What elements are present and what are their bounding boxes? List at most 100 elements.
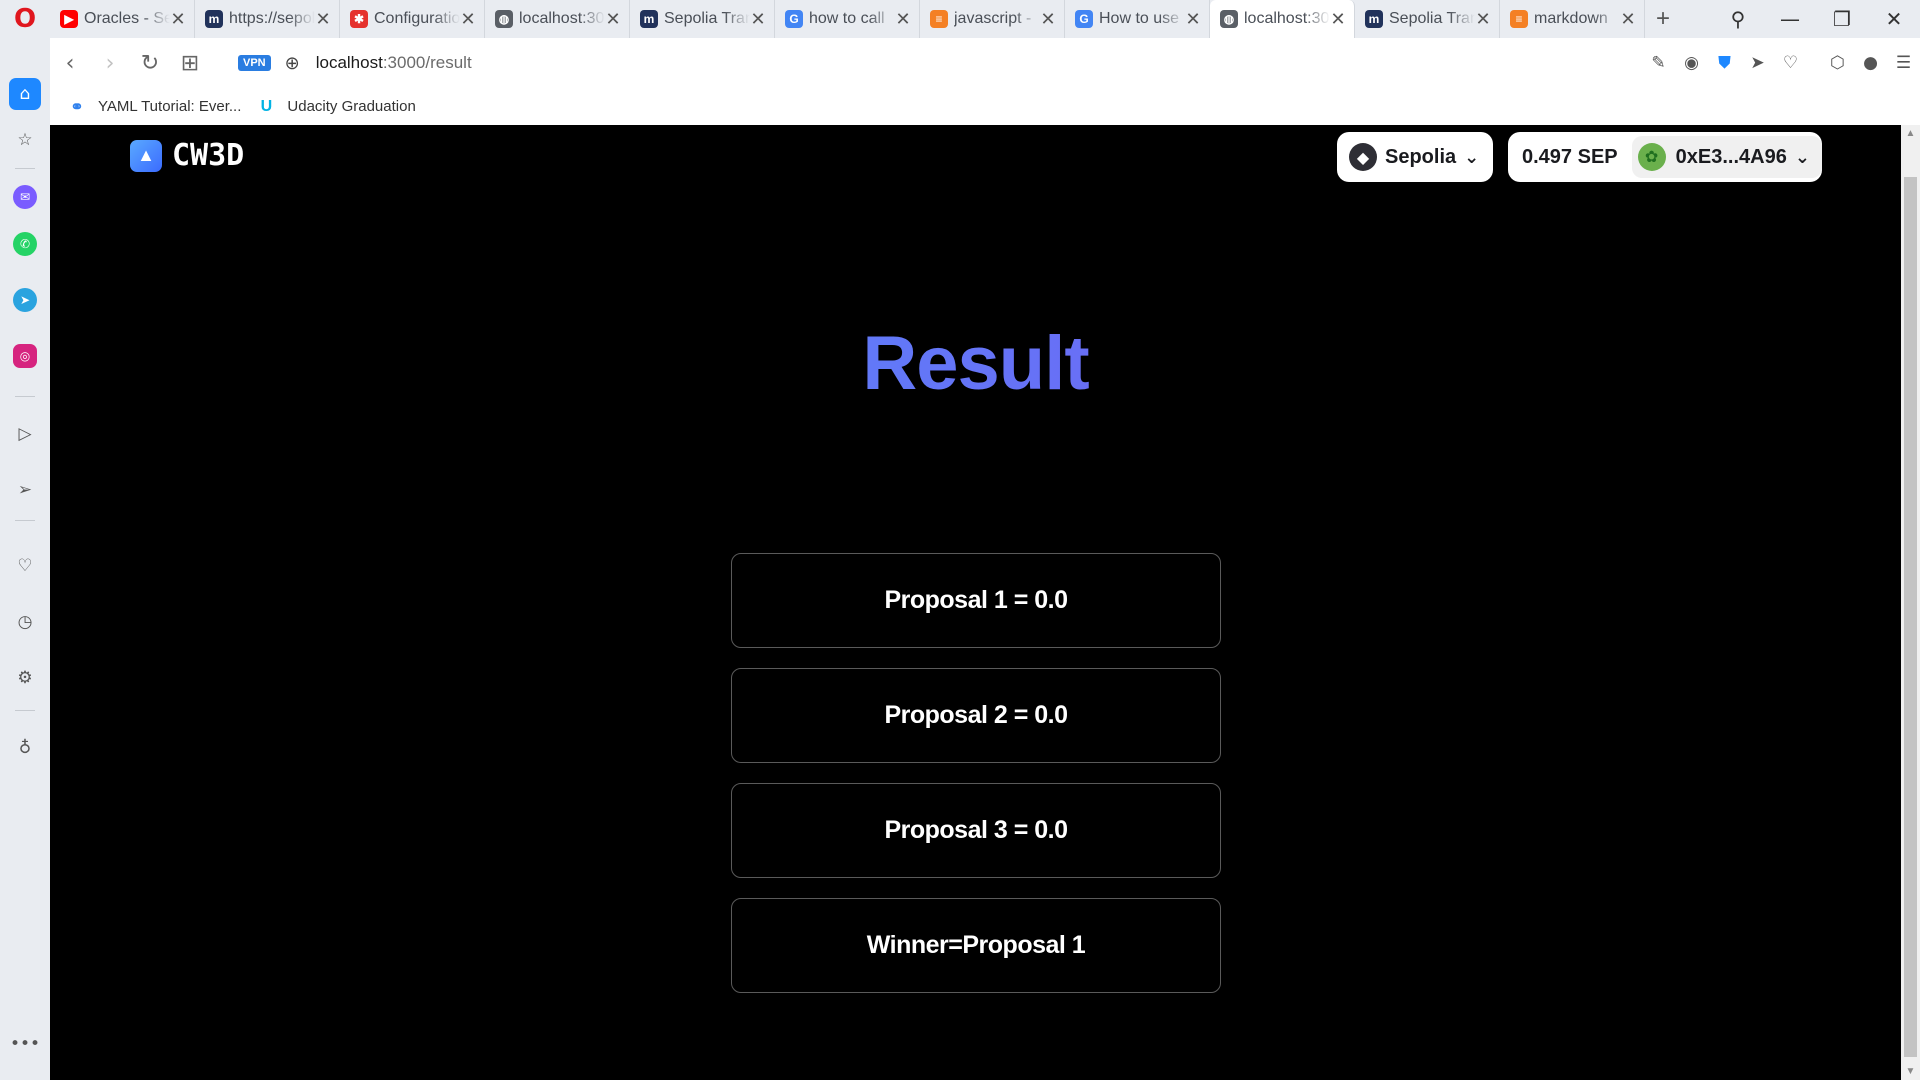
url-field[interactable]: localhost:3000/result [316,53,472,73]
sidebar-divider [15,396,35,397]
account-avatar-icon: ✿ [1637,143,1666,171]
profile-avatar-icon[interactable]: ● [1854,53,1887,73]
forward-arrow-icon[interactable]: › [90,51,130,76]
tab-close-icon[interactable]: ✕ [750,9,766,30]
tab-close-icon[interactable]: ✕ [1330,9,1346,30]
scroll-down-arrow-icon[interactable]: ▼ [1901,1063,1920,1080]
wallet-account-button[interactable]: 0.497 SEP ✿ 0xE3...4A96 ⌄ [1508,132,1822,182]
tab-favicon-icon: m [1365,10,1383,28]
tab-favicon-icon: m [205,10,223,28]
tab-title: javascript - [954,10,1032,27]
sidebar-divider [15,710,35,711]
new-tab-button[interactable]: + [1645,5,1681,33]
close-window-button[interactable]: ✕ [1868,7,1920,31]
url-host: localhost [315,53,383,72]
browser-tab[interactable]: Ghow to call ✕ [775,0,920,38]
history-icon[interactable]: ◷ [9,606,41,638]
extensions-cube-icon[interactable]: ⬡ [1821,53,1854,73]
chevron-down-icon: ⌄ [1794,146,1810,168]
scrollbar-thumb[interactable] [1904,177,1917,1057]
network-selector-button[interactable]: ◆ Sepolia ⌄ [1337,132,1493,182]
opera-menu-icon[interactable]: O [0,0,50,38]
search-tabs-icon[interactable]: ⚲ [1712,7,1764,31]
tab-title: Configuration [374,10,460,27]
tab-close-icon[interactable]: ✕ [1475,9,1491,30]
tab-title: Sepolia Transaction [1389,10,1475,27]
tab-close-icon[interactable]: ✕ [895,9,911,30]
chevron-down-icon: ⌄ [1464,146,1480,168]
bookmarks-bar: ⚭ YAML Tutorial: Ever... U Udacity Gradu… [50,88,1920,125]
edit-icon[interactable]: ✎ [1642,53,1675,73]
window-controls: ⚲ — ❐ ✕ [1712,0,1920,38]
more-options-icon[interactable]: ••• [9,1028,41,1060]
messenger-icon[interactable]: ✉ [13,185,37,209]
snapshot-camera-icon[interactable]: ◉ [1675,53,1708,73]
tab-close-icon[interactable]: ✕ [315,9,331,30]
wallet-balance: 0.497 SEP [1522,145,1618,168]
instagram-icon[interactable]: ◎ [13,344,37,368]
bookmark-udacity-graduation[interactable]: U Udacity Graduation [255,96,416,118]
browser-tab[interactable]: ◍ localhost:3000✕ [1210,0,1355,38]
browser-tab[interactable]: ◍ localhost:3000✕ [485,0,630,38]
winner-text: Winner=Proposal 1 [866,931,1086,959]
tab-close-icon[interactable]: ✕ [1620,9,1636,30]
tab-close-icon[interactable]: ✕ [460,9,476,30]
sidebar-divider [15,168,35,169]
bookmark-yaml-tutorial[interactable]: ⚭ YAML Tutorial: Ever... [66,96,241,118]
vpn-badge[interactable]: VPN [238,55,271,71]
scroll-up-arrow-icon[interactable]: ▲ [1901,125,1920,142]
page-title: Result [50,320,1901,407]
bookmark-label: YAML Tutorial: Ever... [98,98,242,115]
bookmark-label: Udacity Graduation [287,98,416,115]
reload-icon[interactable]: ↻ [130,51,170,76]
tab-title: localhost:3000 [1244,10,1330,27]
browser-tab[interactable]: m Sepolia Transaction✕ [1355,0,1500,38]
tab-favicon-icon: G [785,10,803,28]
brand-logo-link[interactable]: ▲ CW3D [130,138,244,173]
restore-button[interactable]: ❐ [1816,7,1868,31]
bookmarks-heart-icon[interactable]: ♡ [9,550,41,582]
browser-tab[interactable]: m https://sepolia✕ [195,0,340,38]
easy-setup-icon[interactable]: ☰ [1887,53,1920,73]
browser-tab[interactable]: G How to use ✕ [1065,0,1210,38]
browser-tab[interactable]: ✱ Configuration ✕ [340,0,485,38]
whatsapp-icon[interactable]: ✆ [13,232,37,256]
proposal-1-result-card: Proposal 1 = 0.0 [731,553,1221,648]
tab-close-icon[interactable]: ✕ [605,9,621,30]
minimize-button[interactable]: — [1764,7,1816,31]
tab-close-icon[interactable]: ✕ [170,9,186,30]
flow-icon[interactable]: ➢ [9,474,41,506]
browser-tab[interactable]: ≡ markdown ✕ [1500,0,1645,38]
network-label: Sepolia [1385,145,1457,168]
tips-lightbulb-icon[interactable]: ♁ [9,732,41,764]
settings-gear-icon[interactable]: ⚙ [9,662,41,694]
site-info-icon[interactable]: ⊕ [285,53,300,74]
tab-title: how to call [809,10,885,27]
account-chip: ✿ 0xE3...4A96 ⌄ [1631,136,1822,178]
thirdweb-logo-icon: ▲ [130,139,162,172]
tab-title: Oracles - Sepolia [84,10,170,27]
yaml-icon: ⚭ [70,98,84,116]
address-bar-actions: ✎ ◉ ⛊ ➤ ♡ ⬡ ● ☰ [1642,38,1920,88]
udacity-icon: U [260,97,273,115]
tab-close-icon[interactable]: ✕ [1185,9,1201,30]
heart-icon[interactable]: ♡ [1774,53,1807,73]
tab-close-icon[interactable]: ✕ [1040,9,1056,30]
telegram-icon[interactable]: ➤ [13,288,37,312]
adblock-shield-icon[interactable]: ⛊ [1708,53,1741,73]
result-text: Proposal 2 = 0.0 [884,701,1068,729]
tab-overview-icon[interactable]: ⊞ [170,51,210,76]
extensions-icon[interactable]: ☆ [9,124,41,156]
send-icon[interactable]: ➤ [1741,53,1774,73]
browser-tab[interactable]: ▶ Oracles - Sepolia✕ [50,0,195,38]
result-text: Proposal 1 = 0.0 [884,586,1068,614]
home-icon[interactable]: ⌂ [9,78,41,110]
winner-result-card: Winner=Proposal 1 [731,898,1221,993]
brand-name: CW3D [172,138,245,173]
page-scrollbar[interactable]: ▲ ▼ [1901,125,1920,1080]
player-icon[interactable]: ▷ [9,418,41,450]
browser-tab[interactable]: m Sepolia Transaction✕ [630,0,775,38]
back-arrow-icon[interactable]: ‹ [50,51,90,76]
browser-tab[interactable]: ≡ javascript - ✕ [920,0,1065,38]
tab-favicon-icon: m [640,10,658,28]
